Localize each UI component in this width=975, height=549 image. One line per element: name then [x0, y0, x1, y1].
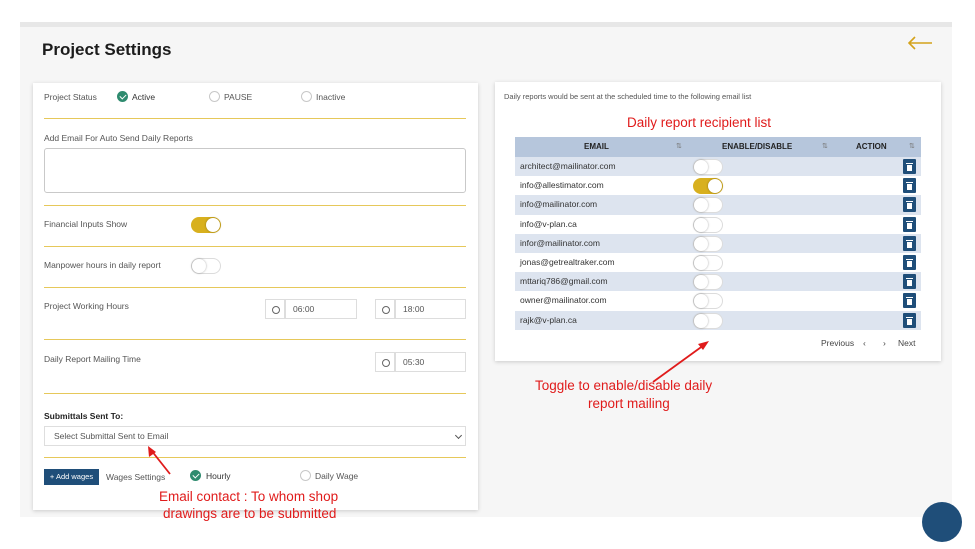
sort-icon[interactable]: ⇅: [676, 143, 683, 151]
table-header: EMAIL ⇅ ENABLE/DISABLE ⇅ ACTION ⇅: [515, 137, 921, 157]
wage-hourly-label: Hourly: [206, 471, 231, 481]
annotation-toggle-line1: Toggle to enable/disable daily: [535, 378, 713, 393]
recipient-enable-toggle[interactable]: [693, 178, 723, 195]
mailing-time-input[interactable]: 05:30: [395, 352, 466, 372]
recipient-email: owner@mailinator.com: [520, 295, 607, 306]
delete-icon[interactable]: [903, 159, 916, 174]
delete-icon[interactable]: [903, 216, 916, 232]
annotation-recipient-list: Daily report recipient list: [627, 115, 772, 130]
pagination-prev-chevron-icon[interactable]: ‹: [863, 338, 866, 348]
recipient-enable-toggle[interactable]: [693, 235, 723, 252]
recipient-enable-toggle[interactable]: [693, 254, 723, 271]
pagination-next[interactable]: Next: [898, 338, 915, 348]
annotation-email-line1: Email contact : To whom shop: [159, 489, 339, 504]
divider: [44, 287, 466, 288]
chat-button[interactable]: [922, 502, 962, 542]
status-inactive-radio[interactable]: [301, 91, 312, 102]
sort-icon[interactable]: ⇅: [822, 143, 829, 151]
table-row: rajk@v-plan.ca: [515, 310, 921, 330]
status-pause-label: PAUSE: [224, 92, 253, 102]
auto-email-label: Add Email For Auto Send Daily Reports: [44, 133, 193, 143]
delete-icon[interactable]: [903, 254, 916, 270]
table-row: info@allestimator.com: [515, 176, 921, 195]
status-inactive-label: Inactive: [316, 92, 346, 102]
annotation-email-line2: drawings are to be submitted: [163, 506, 337, 521]
divider: [44, 205, 466, 206]
column-action[interactable]: ACTION: [856, 137, 887, 157]
recipient-enable-toggle[interactable]: [693, 197, 723, 214]
wage-daily-radio[interactable]: [300, 470, 311, 481]
delete-icon[interactable]: [903, 235, 916, 251]
divider: [44, 393, 466, 394]
recipient-table: EMAIL ⇅ ENABLE/DISABLE ⇅ ACTION ⇅ archit…: [515, 137, 921, 330]
table-row: jonas@getrealtraker.com: [515, 253, 921, 272]
project-status-label: Project Status: [44, 92, 97, 102]
table-row: info@mailinator.com: [515, 195, 921, 215]
table-row: owner@mailinator.com: [515, 291, 921, 310]
manpower-hours-toggle[interactable]: [191, 258, 221, 274]
end-time-input[interactable]: 18:00: [395, 299, 466, 319]
submittals-label: Submittals Sent To:: [44, 411, 124, 421]
page-title: Project Settings: [42, 40, 172, 59]
clock-icon: [375, 299, 395, 319]
clock-icon: [375, 352, 395, 372]
manpower-hours-label: Manpower hours in daily report: [44, 260, 161, 270]
recipient-email: architect@mailinator.com: [520, 161, 616, 171]
back-arrow-icon[interactable]: [906, 33, 934, 53]
table-row: architect@mailinator.com: [515, 157, 921, 177]
table-row: mttariq786@gmail.com: [515, 272, 921, 292]
recipient-email: rajk@v-plan.ca: [520, 314, 577, 325]
recipient-description: Daily reports would be sent at the sched…: [504, 92, 752, 101]
recipient-enable-toggle[interactable]: [693, 216, 723, 233]
financial-inputs-label: Financial Inputs Show: [44, 219, 128, 229]
delete-icon[interactable]: [903, 274, 916, 290]
chevron-down-icon: [454, 431, 463, 440]
divider: [44, 457, 466, 458]
annotation-toggle-line2: report mailing: [588, 396, 670, 411]
recipient-email: jonas@getrealtraker.com: [520, 256, 615, 267]
divider: [44, 246, 466, 247]
mailing-time-label: Daily Report Mailing Time: [44, 354, 141, 364]
recipient-email: infor@mailinator.com: [520, 237, 600, 248]
working-hours-label: Project Working Hours: [44, 301, 129, 311]
delete-icon[interactable]: [903, 312, 916, 328]
start-time-input[interactable]: 06:00: [285, 299, 357, 319]
clock-icon: [265, 299, 285, 319]
pagination-previous[interactable]: Previous: [821, 338, 854, 348]
pagination-next-chevron-icon[interactable]: ›: [883, 338, 886, 348]
submittal-email-select[interactable]: Select Submittal Sent to Email: [44, 426, 466, 446]
divider: [44, 118, 466, 119]
delete-icon[interactable]: [903, 293, 916, 309]
wages-settings-label: Wages Settings: [106, 472, 166, 482]
delete-icon[interactable]: [903, 197, 916, 213]
table-row: infor@mailinator.com: [515, 233, 921, 253]
status-active-label: Active: [132, 92, 156, 102]
delete-icon[interactable]: [903, 178, 916, 194]
recipient-email: info@v-plan.ca: [520, 218, 577, 229]
column-enable-disable[interactable]: ENABLE/DISABLE: [722, 137, 792, 157]
submittal-select-value: Select Submittal Sent to Email: [54, 431, 169, 441]
recipient-email: info@mailinator.com: [520, 199, 598, 210]
financial-inputs-toggle[interactable]: [191, 217, 221, 233]
recipient-enable-toggle[interactable]: [693, 312, 723, 329]
column-email[interactable]: EMAIL: [584, 137, 609, 157]
recipient-email: mttariq786@gmail.com: [520, 276, 608, 287]
recipient-enable-toggle[interactable]: [693, 159, 723, 175]
status-pause-radio[interactable]: [209, 91, 220, 102]
divider: [44, 339, 466, 340]
table-row: info@v-plan.ca: [515, 215, 921, 234]
add-wages-button[interactable]: + Add wages: [44, 469, 99, 485]
table-body: architect@mailinator.com info@allestimato…: [515, 157, 921, 330]
auto-email-input[interactable]: [44, 148, 466, 193]
recipient-enable-toggle[interactable]: [693, 293, 723, 310]
sort-icon[interactable]: ⇅: [909, 143, 916, 151]
recipient-email: info@allestimator.com: [520, 180, 604, 191]
wage-hourly-radio[interactable]: [190, 470, 201, 481]
status-active-radio[interactable]: [117, 91, 128, 102]
wage-daily-label: Daily Wage: [315, 471, 359, 481]
recipient-enable-toggle[interactable]: [693, 274, 723, 291]
